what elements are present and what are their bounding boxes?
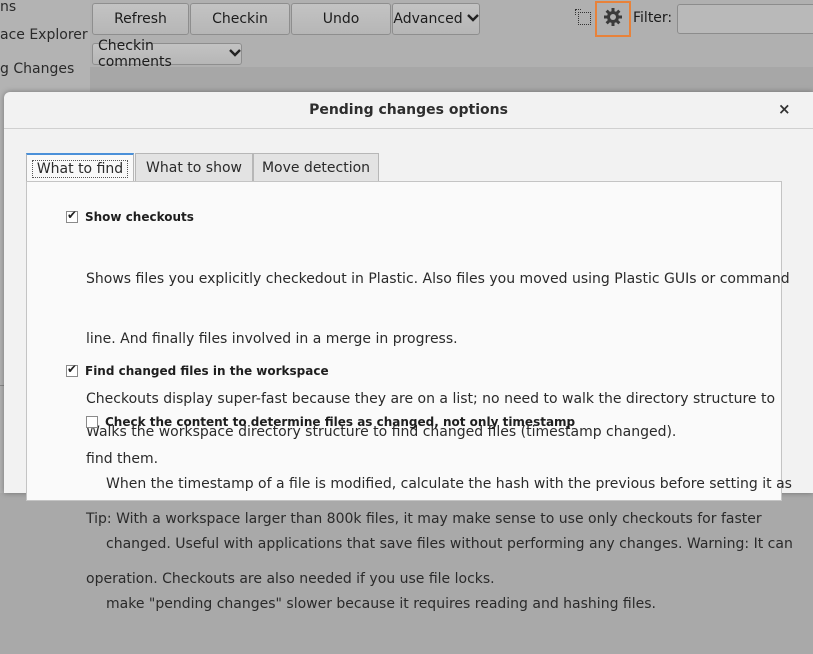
undo-button[interactable]: Undo	[291, 3, 391, 35]
what-to-find-panel: Show checkouts Shows files you explicitl…	[26, 181, 793, 612]
sidebar-item-workspace-explorer[interactable]: ace Explorer	[0, 27, 88, 43]
description-line: Shows files you explicitly checkedout in…	[86, 271, 790, 287]
dialog-title: Pending changes options	[309, 102, 508, 118]
filter-input[interactable]	[677, 4, 813, 34]
gear-icon	[603, 7, 623, 31]
description-line: make "pending changes" slower because it…	[106, 596, 656, 612]
advanced-label: Advanced	[393, 11, 463, 27]
check-content-option[interactable]: Check the content to determine files as …	[86, 415, 575, 429]
pending-changes-options-button[interactable]	[595, 1, 631, 37]
check-content-description: When the timestamp of a file is modified…	[106, 434, 793, 654]
tab-move-detection[interactable]: Move detection	[253, 153, 379, 181]
sidebar-item-pending-changes[interactable]: g Changes	[0, 61, 74, 77]
toolbar-secondary-row	[90, 67, 813, 92]
description-line: line. And finally files involved in a me…	[86, 331, 458, 347]
title-divider	[4, 128, 813, 129]
checkin-comments-label: Checkin comments	[98, 38, 172, 70]
show-checkouts-option[interactable]: Show checkouts	[66, 208, 194, 224]
close-icon[interactable]: ×	[778, 100, 791, 118]
sidebar-item-views[interactable]: ns	[0, 0, 16, 15]
find-changed-files-checkbox[interactable]	[66, 362, 78, 377]
description-line: When the timestamp of a file is modified…	[106, 476, 792, 492]
description-line: changed. Useful with applications that s…	[106, 536, 793, 552]
tab-label: What to show	[146, 159, 242, 176]
find-changed-files-option[interactable]: Find changed files in the workspace	[66, 362, 329, 378]
checkin-button[interactable]: Checkin	[190, 3, 290, 35]
check-content-label: Check the content to determine files as …	[105, 415, 576, 429]
find-changed-files-label: Find changed files in the workspace	[85, 364, 329, 378]
tab-what-to-find[interactable]: What to find	[26, 153, 134, 183]
refresh-button[interactable]: Refresh	[92, 3, 189, 35]
chevron-down-icon	[229, 46, 241, 62]
select-area-icon[interactable]	[575, 9, 591, 25]
chevron-down-icon	[466, 11, 479, 27]
checkin-comments-dropdown[interactable]: Checkin comments	[92, 38, 242, 70]
check-content-checkbox[interactable]	[86, 416, 98, 428]
show-checkouts-checkbox[interactable]	[66, 208, 78, 223]
tab-what-to-show[interactable]: What to show	[135, 153, 253, 181]
advanced-dropdown[interactable]: Advanced	[392, 3, 480, 35]
tab-label: What to find	[31, 160, 129, 178]
tab-label: Move detection	[261, 159, 371, 176]
filter-label: Filter:	[633, 10, 673, 26]
show-checkouts-label: Show checkouts	[85, 210, 194, 224]
pending-changes-options-dialog: Pending changes options × What to find W…	[4, 92, 813, 612]
